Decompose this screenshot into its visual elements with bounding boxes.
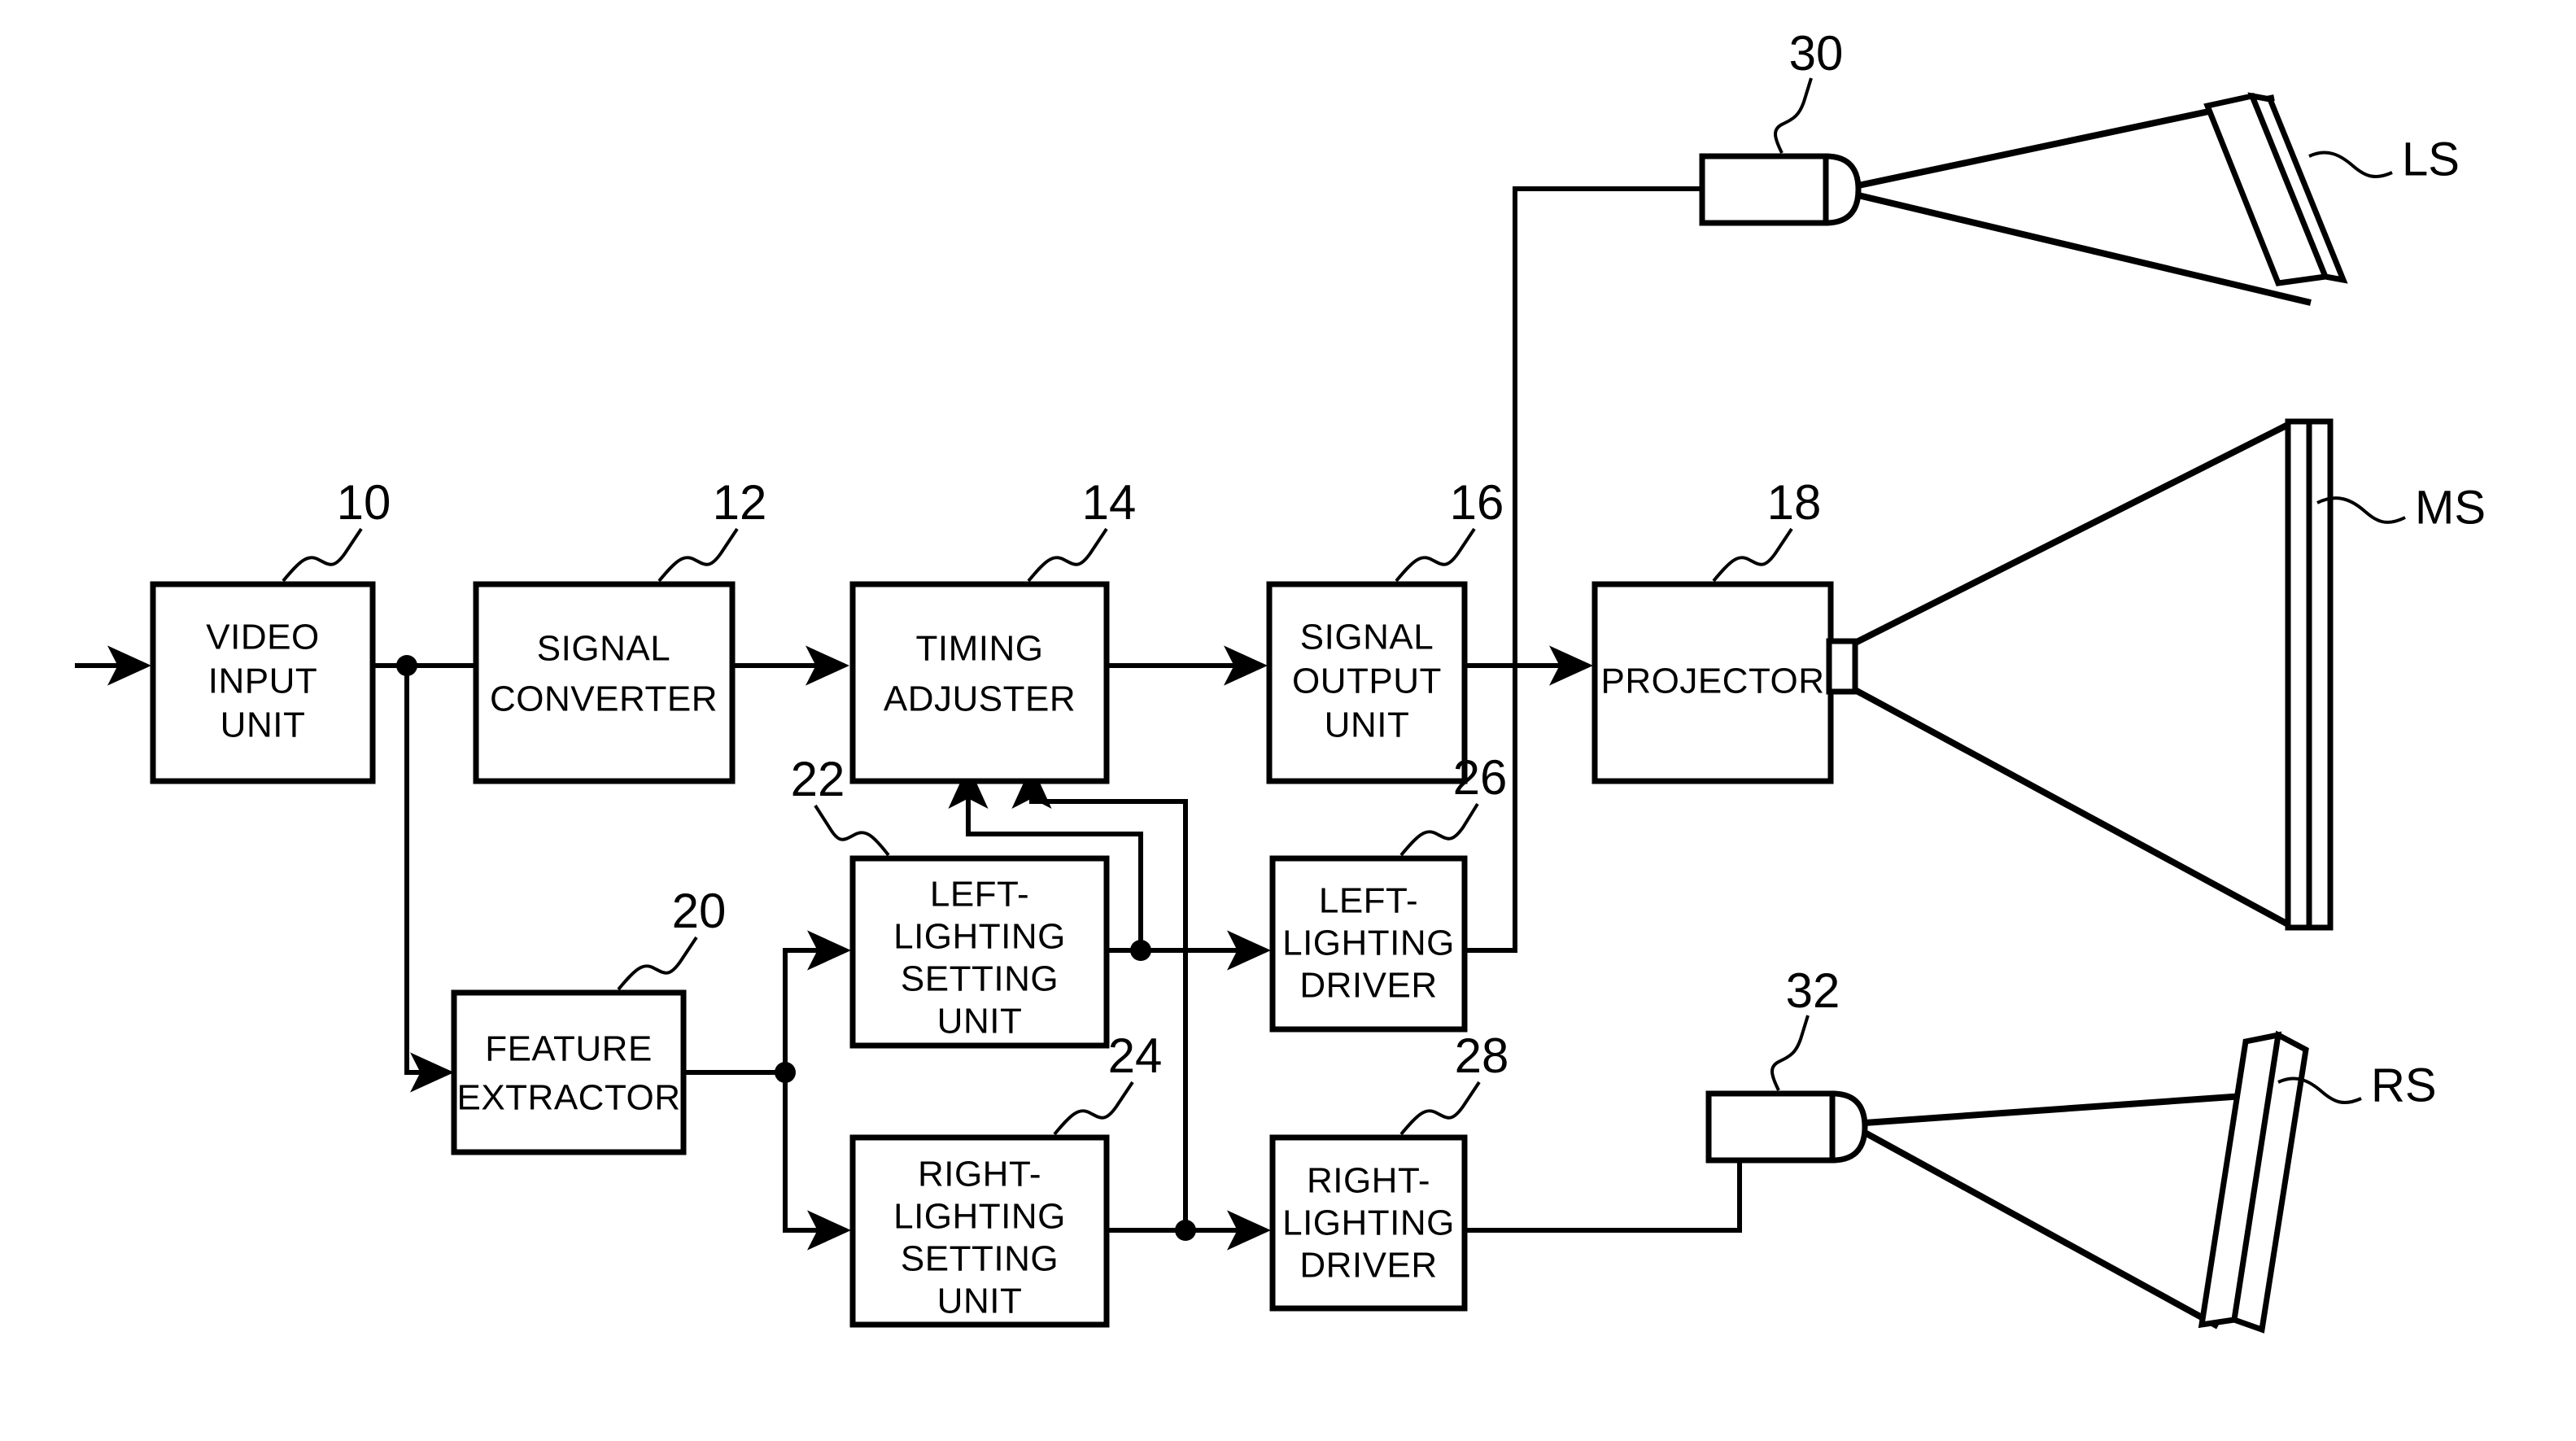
block-left-lighting-driver-line-3: DRIVER: [1299, 966, 1437, 1006]
block-right-lighting-setting-unit-line-3: SETTING: [901, 1239, 1059, 1279]
block-right-lighting-driver[interactable]: RIGHT- LIGHTING DRIVER 28: [1269, 1028, 1509, 1312]
leader-line-30: [1774, 77, 1813, 154]
block-signal-output-unit-line-1: SIGNAL: [1300, 618, 1434, 657]
block-signal-output-unit[interactable]: SIGNAL OUTPUT UNIT 16: [1266, 475, 1504, 784]
block-left-lighting-setting-unit-line-2: LIGHTING: [893, 917, 1066, 957]
ref-number-30: 30: [1789, 26, 1844, 81]
block-timing-adjuster[interactable]: TIMING ADJUSTER 14: [849, 475, 1137, 784]
block-signal-converter-line-2: CONVERTER: [490, 679, 718, 719]
patent-figure: VIDEO INPUT UNIT 10 SIGNAL CONVERTER 12 …: [0, 0, 2576, 1441]
right-lamp-ray-lower: [1863, 1129, 2220, 1330]
leader-line-32: [1770, 1015, 1810, 1091]
block-feature-extractor-rect[interactable]: [451, 989, 687, 1155]
block-signal-output-unit-line-2: OUTPUT: [1292, 662, 1442, 701]
leader-line-ls: [2308, 151, 2393, 179]
ref-number-12: 12: [713, 475, 767, 530]
left-lamp-ray-lower: [1858, 192, 2312, 306]
block-left-lighting-driver[interactable]: LEFT- LIGHTING DRIVER 26: [1269, 750, 1508, 1033]
block-left-lighting-setting-unit-line-1: LEFT-: [930, 875, 1029, 915]
right-lamp-lens-icon: [1829, 1090, 1868, 1164]
block-right-lighting-driver-line-1: RIGHT-: [1307, 1161, 1430, 1201]
right-lamp-housing: [1705, 1090, 1836, 1164]
block-feature-extractor-line-2: EXTRACTOR: [456, 1078, 680, 1118]
block-signal-converter[interactable]: SIGNAL CONVERTER 12: [473, 475, 767, 784]
block-left-lighting-setting-unit-line-3: SETTING: [901, 959, 1059, 999]
leader-line-16: [1395, 527, 1476, 583]
ref-number-14: 14: [1082, 475, 1137, 530]
block-right-lighting-driver-line-3: DRIVER: [1299, 1246, 1437, 1286]
block-right-lighting-setting-unit-line-1: RIGHT-: [918, 1155, 1041, 1194]
projector-lens-icon: [1826, 638, 1858, 695]
block-timing-adjuster-line-1: TIMING: [916, 629, 1044, 669]
leader-line-18: [1712, 527, 1793, 583]
leader-line-20: [617, 936, 698, 991]
leader-line-26: [1399, 802, 1479, 857]
block-video-input-unit-line-1: VIDEO: [206, 618, 319, 657]
block-right-lighting-setting-unit-line-2: LIGHTING: [893, 1197, 1066, 1237]
block-signal-output-unit-line-3: UNIT: [1325, 705, 1410, 745]
block-projector[interactable]: PROJECTOR 18: [1591, 475, 1858, 784]
ref-number-20: 20: [672, 884, 727, 938]
block-feature-extractor[interactable]: FEATURE EXTRACTOR 20: [451, 884, 727, 1155]
left-screen-label: LS: [2402, 133, 2460, 186]
leader-line-14: [1027, 527, 1108, 583]
block-feature-extractor-line-1: FEATURE: [485, 1029, 653, 1069]
ref-number-32: 32: [1786, 963, 1840, 1018]
projector-ray-upper: [1853, 421, 2290, 646]
wire-feature-extractor-to-right-lighting-setting-unit: [783, 1072, 851, 1251]
block-right-lighting-driver-line-2: LIGHTING: [1282, 1203, 1455, 1243]
wire-feature-extractor-to-left-lighting-setting-unit: [783, 930, 851, 1072]
junction-dot-video-input: [396, 655, 417, 676]
block-left-lighting-setting-unit-line-4: UNIT: [937, 1002, 1023, 1041]
wire-video-input-unit-to-feature-extractor: [404, 666, 454, 1093]
block-left-lighting-driver-line-2: LIGHTING: [1282, 924, 1455, 963]
block-right-lighting-setting-unit-line-4: UNIT: [937, 1282, 1023, 1321]
block-video-input-unit[interactable]: VIDEO INPUT UNIT 10: [150, 475, 391, 784]
main-screen-label: MS: [2415, 481, 2486, 534]
block-left-lighting-driver-line-1: LEFT-: [1319, 881, 1418, 921]
block-video-input-unit-line-3: UNIT: [220, 705, 306, 745]
ref-number-10: 10: [337, 475, 391, 530]
block-timing-adjuster-line-2: ADJUSTER: [884, 679, 1076, 719]
ref-number-16: 16: [1450, 475, 1504, 530]
right-lamp-ray-upper: [1864, 1090, 2279, 1126]
right-screen-label: RS: [2371, 1059, 2437, 1111]
wire-right-lighting-driver-to-right-lamp: [1465, 1159, 1742, 1233]
projector-ray-lower: [1853, 687, 2290, 928]
block-left-lighting-setting-unit[interactable]: LEFT- LIGHTING SETTING UNIT 22: [791, 752, 1110, 1049]
block-signal-converter-line-1: SIGNAL: [537, 629, 670, 669]
main-screen-side-face: [2306, 418, 2334, 931]
left-lamp-lens-icon: [1823, 153, 1862, 226]
left-lamp-housing: [1699, 153, 1829, 226]
wire-left-lighting-driver-to-left-lamp: [1465, 186, 1702, 953]
ref-number-24: 24: [1108, 1028, 1163, 1083]
main-screen-assembly: MS: [1853, 418, 2486, 931]
ref-number-22: 22: [791, 752, 845, 806]
ref-number-26: 26: [1453, 750, 1508, 805]
leader-line-12: [657, 527, 739, 583]
block-video-input-unit-line-2: INPUT: [208, 662, 318, 701]
ref-number-28: 28: [1455, 1028, 1509, 1083]
block-right-lighting-setting-unit[interactable]: RIGHT- LIGHTING SETTING UNIT 24: [849, 1028, 1163, 1328]
leader-line-22: [814, 804, 890, 857]
block-projector-label: PROJECTOR: [1600, 662, 1824, 701]
leader-line-10: [282, 527, 363, 583]
leader-line-24: [1053, 1081, 1134, 1136]
left-lamp-assembly: 30 LS: [1699, 26, 2460, 306]
main-screen-front-face: [2285, 418, 2312, 931]
right-lamp-assembly: 32 RS: [1705, 963, 2437, 1334]
ref-number-18: 18: [1767, 475, 1822, 530]
leader-line-28: [1399, 1081, 1481, 1136]
diagram-canvas: VIDEO INPUT UNIT 10 SIGNAL CONVERTER 12 …: [75, 26, 2486, 1334]
